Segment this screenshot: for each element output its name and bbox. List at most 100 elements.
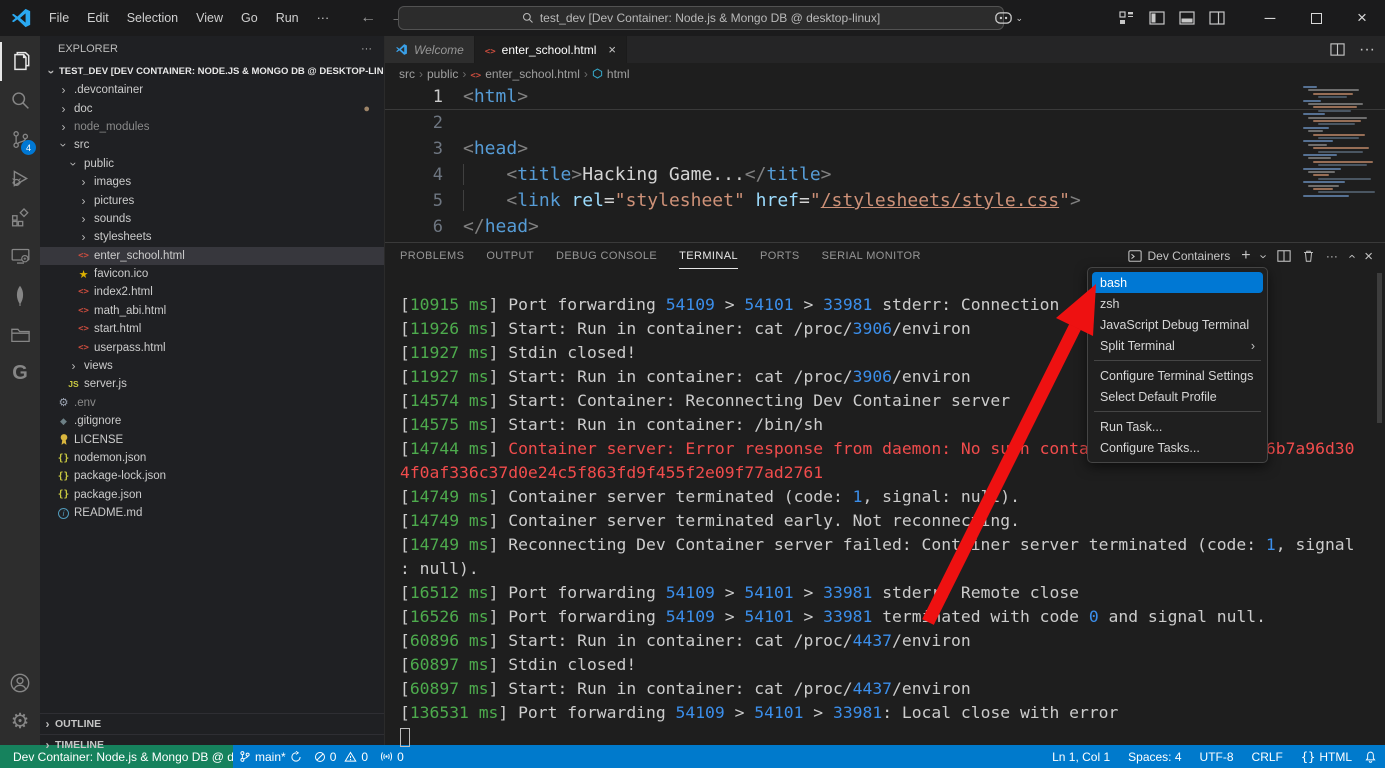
run-debug-icon[interactable] <box>0 159 40 198</box>
menu-item-configure-tasks-[interactable]: Configure Tasks... <box>1092 437 1263 458</box>
tree-folder-public[interactable]: ›public <box>40 155 384 173</box>
copilot-button[interactable]: ⌄ <box>995 11 1023 25</box>
maximize-panel-chevron-icon[interactable]: › <box>1344 254 1359 258</box>
tree-folder-src[interactable]: ›src <box>40 136 384 154</box>
eol-sequence[interactable]: CRLF <box>1246 745 1289 768</box>
tree-folder-sounds[interactable]: ›sounds <box>40 210 384 228</box>
tree-file--gitignore[interactable]: ◆.gitignore <box>40 412 384 430</box>
menu-item-zsh[interactable]: zsh <box>1092 293 1263 314</box>
account-icon[interactable] <box>0 663 40 702</box>
tree-file-nodemon-json[interactable]: {}nodemon.json <box>40 449 384 467</box>
tree-folder-stylesheets[interactable]: ›stylesheets <box>40 228 384 246</box>
menu-view[interactable]: View <box>187 7 232 29</box>
minimize-button[interactable]: ─ <box>1247 0 1293 36</box>
cursor-position[interactable]: Ln 1, Col 1 <box>1046 745 1116 768</box>
panel-tab-terminal[interactable]: TERMINAL <box>679 243 738 269</box>
search-icon[interactable] <box>0 81 40 120</box>
breadcrumb-item-public[interactable]: public <box>427 67 458 81</box>
terminal-scrollbar[interactable] <box>1377 273 1382 423</box>
menu-item-configure-terminal-settings[interactable]: Configure Terminal Settings <box>1092 365 1263 386</box>
encoding[interactable]: UTF-8 <box>1194 745 1240 768</box>
tree-root-folder[interactable]: › TEST_DEV [DEV CONTAINER: NODE.JS & MON… <box>40 62 384 81</box>
tree-file-readme-md[interactable]: iREADME.md <box>40 504 384 522</box>
menu-selection[interactable]: Selection <box>118 7 187 29</box>
breadcrumb-item-html[interactable]: html <box>592 67 630 81</box>
menu-[interactable]: ··· <box>308 7 339 29</box>
editor-more-actions-icon[interactable]: ··· <box>1359 41 1375 59</box>
customize-layout-icon[interactable] <box>1119 10 1135 26</box>
explorer-icon[interactable] <box>0 42 40 81</box>
tree-file-enter-school-html[interactable]: <>enter_school.html <box>40 247 384 265</box>
toggle-primary-sidebar-icon[interactable] <box>1149 10 1165 26</box>
back-arrow-icon[interactable]: ← <box>360 9 376 27</box>
extensions-icon[interactable] <box>0 198 40 237</box>
tree-folder-views[interactable]: ›views <box>40 357 384 375</box>
html-file-icon: <> <box>76 324 91 334</box>
tab-welcome[interactable]: Welcome <box>385 36 475 63</box>
explorer-more-actions-icon[interactable]: ··· <box>361 43 372 55</box>
menu-item-split-terminal[interactable]: Split Terminal› <box>1092 335 1263 356</box>
command-center-search[interactable]: test_dev [Dev Container: Node.js & Mongo… <box>398 6 1004 30</box>
panel-more-actions-icon[interactable]: ··· <box>1326 249 1338 263</box>
toggle-secondary-sidebar-icon[interactable] <box>1209 10 1225 26</box>
tree-folder--devcontainer[interactable]: ›.devcontainer <box>40 81 384 99</box>
breadcrumb-item-enter-school-html[interactable]: <>enter_school.html <box>470 67 580 81</box>
tree-file-server-js[interactable]: JSserver.js <box>40 375 384 393</box>
tree-file-math-abi-html[interactable]: <>math_abi.html <box>40 302 384 320</box>
docker-folder-icon[interactable] <box>0 315 40 354</box>
tree-file-package-json[interactable]: {}package.json <box>40 486 384 504</box>
panel-tab-problems[interactable]: PROBLEMS <box>400 243 464 269</box>
split-editor-icon[interactable] <box>1330 42 1345 57</box>
tree-file-index2-html[interactable]: <>index2.html <box>40 283 384 301</box>
tree-folder-pictures[interactable]: ›pictures <box>40 191 384 209</box>
menu-edit[interactable]: Edit <box>78 7 118 29</box>
source-control-icon[interactable]: 4 <box>0 120 40 159</box>
maximize-button[interactable] <box>1293 0 1339 36</box>
tree-folder-node-modules[interactable]: ›node_modules <box>40 118 384 136</box>
tree-file-license[interactable]: LICENSE <box>40 430 384 448</box>
minimap[interactable] <box>1299 84 1381 198</box>
tree-file-favicon-ico[interactable]: ★favicon.ico <box>40 265 384 283</box>
new-terminal-icon[interactable]: + <box>1241 247 1250 265</box>
menu-item-bash[interactable]: bash <box>1092 272 1263 293</box>
panel-tab-output[interactable]: OUTPUT <box>486 243 534 269</box>
tree-file-userpass-html[interactable]: <>userpass.html <box>40 338 384 356</box>
mongodb-icon[interactable] <box>0 276 40 315</box>
split-terminal-icon[interactable] <box>1277 249 1291 263</box>
kill-terminal-trash-icon[interactable] <box>1302 249 1315 263</box>
panel-tab-ports[interactable]: PORTS <box>760 243 800 269</box>
close-button[interactable]: × <box>1339 0 1385 36</box>
notifications-bell-icon[interactable] <box>1364 750 1377 764</box>
close-tab-icon[interactable]: × <box>608 42 616 57</box>
panel-tab-debug-console[interactable]: DEBUG CONSOLE <box>556 243 657 269</box>
menu-file[interactable]: File <box>40 7 78 29</box>
toggle-panel-icon[interactable] <box>1179 10 1195 26</box>
remote-explorer-icon[interactable] <box>0 237 40 276</box>
tree-file-start-html[interactable]: <>start.html <box>40 320 384 338</box>
tree-file--env[interactable]: ⚙.env <box>40 394 384 412</box>
close-panel-icon[interactable]: × <box>1364 248 1373 265</box>
panel-tab-serial-monitor[interactable]: SERIAL MONITOR <box>822 243 921 269</box>
code-editor[interactable]: 1<html>23<head>4 <title>Hacking Game...<… <box>385 84 1385 242</box>
menu-go[interactable]: Go <box>232 7 267 29</box>
menu-item-javascript-debug-terminal[interactable]: JavaScript Debug Terminal <box>1092 314 1263 335</box>
terminal-launcher[interactable]: Dev Containers <box>1128 249 1230 263</box>
tree-folder-images[interactable]: ›images <box>40 173 384 191</box>
menu-item-select-default-profile[interactable]: Select Default Profile <box>1092 386 1263 407</box>
terminal-line: [16512 ms] Port forwarding 54109 > 54101… <box>400 581 1385 605</box>
explorer-sidebar: EXPLORER ··· › TEST_DEV [DEV CONTAINER: … <box>40 36 385 745</box>
tree-folder-doc[interactable]: ›doc● <box>40 99 384 117</box>
gitlens-icon[interactable]: G <box>0 354 40 393</box>
language-mode[interactable]: {} HTML <box>1295 745 1358 768</box>
chevron-down-icon: ⌄ <box>1015 13 1023 24</box>
settings-icon[interactable]: ⚙ <box>0 702 40 741</box>
tree-file-package-lock-json[interactable]: {}package-lock.json <box>40 467 384 485</box>
menu-run[interactable]: Run <box>267 7 308 29</box>
terminal-profiles-chevron-icon[interactable]: › <box>1256 254 1271 258</box>
menu-item-run-task-[interactable]: Run Task... <box>1092 416 1263 437</box>
tab-enter-school-html[interactable]: <>enter_school.html× <box>475 36 627 63</box>
indentation[interactable]: Spaces: 4 <box>1122 745 1187 768</box>
timeline-section[interactable]: › TIMELINE <box>40 734 384 754</box>
outline-section[interactable]: › OUTLINE <box>40 713 384 733</box>
breadcrumb-item-src[interactable]: src <box>399 67 415 81</box>
